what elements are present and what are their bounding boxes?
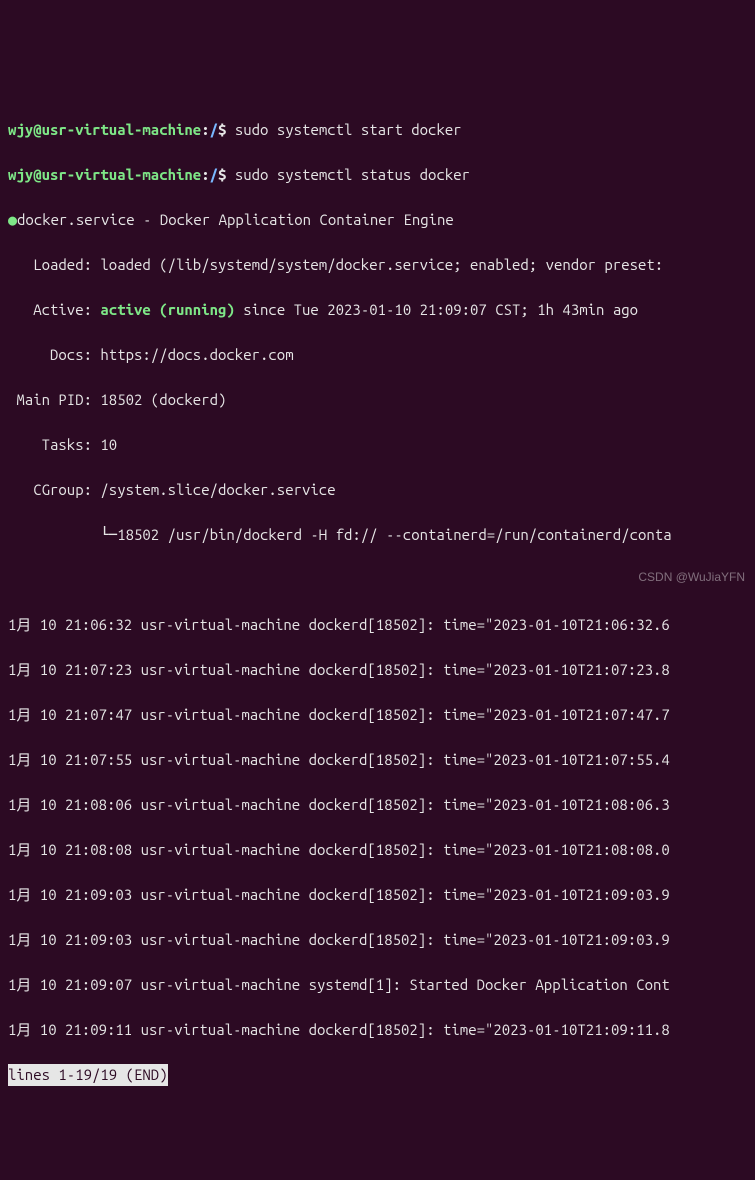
log-entry: 1月 10 21:07:55 usr-virtual-machine docke… bbox=[8, 751, 670, 768]
prompt-path: / bbox=[210, 121, 218, 138]
mainpid-label: Main PID: bbox=[8, 391, 100, 408]
log-entry: 1月 10 21:08:06 usr-virtual-machine docke… bbox=[8, 796, 670, 813]
prompt-path: / bbox=[210, 166, 218, 183]
prompt-host: usr-virtual-machine bbox=[42, 121, 202, 138]
active-label: Active: bbox=[8, 301, 100, 318]
prompt-at: @ bbox=[33, 166, 41, 183]
prompt-sep: $ bbox=[218, 166, 226, 183]
prompt-at: @ bbox=[33, 121, 41, 138]
tasks-value: 10 bbox=[100, 436, 117, 453]
log-entry: 1月 10 21:06:32 usr-virtual-machine docke… bbox=[8, 616, 670, 633]
docs-line: Docs: https://docs.docker.com bbox=[8, 344, 747, 367]
log-entry: 1月 10 21:09:07 usr-virtual-machine syste… bbox=[8, 976, 670, 993]
active-value: active (running) bbox=[100, 301, 234, 318]
mainpid-value: 18502 (dockerd) bbox=[100, 391, 226, 408]
tasks-label: Tasks: bbox=[8, 436, 100, 453]
prompt-line-2: wjy@usr-virtual-machine:/$ sudo systemct… bbox=[8, 164, 747, 187]
pager-status[interactable]: lines 1-19/19 (END) bbox=[8, 1064, 168, 1087]
log-line: 1月 10 21:06:32 usr-virtual-machine docke… bbox=[8, 614, 747, 637]
cgroup-label: CGroup: bbox=[8, 481, 100, 498]
blank-line bbox=[8, 569, 747, 592]
log-entry: 1月 10 21:09:03 usr-virtual-machine docke… bbox=[8, 886, 670, 903]
command-start: sudo systemctl start docker bbox=[235, 121, 462, 138]
log-line: 1月 10 21:09:03 usr-virtual-machine docke… bbox=[8, 929, 747, 952]
service-header: ●docker.service - Docker Application Con… bbox=[8, 209, 747, 232]
cgroup-tree-line: └─18502 /usr/bin/dockerd -H fd:// --cont… bbox=[8, 524, 747, 547]
cgroup-value: /system.slice/docker.service bbox=[100, 481, 335, 498]
log-line: 1月 10 21:07:23 usr-virtual-machine docke… bbox=[8, 659, 747, 682]
log-line: 1月 10 21:08:06 usr-virtual-machine docke… bbox=[8, 794, 747, 817]
prompt-line-1: wjy@usr-virtual-machine:/$ sudo systemct… bbox=[8, 119, 747, 142]
docs-value: https://docs.docker.com bbox=[100, 346, 293, 363]
terminal-output[interactable]: wjy@usr-virtual-machine:/$ sudo systemct… bbox=[8, 96, 747, 1086]
loaded-label: Loaded: bbox=[8, 256, 100, 273]
log-line: 1月 10 21:08:08 usr-virtual-machine docke… bbox=[8, 839, 747, 862]
cgroup-tree: └─18502 /usr/bin/dockerd -H fd:// --cont… bbox=[8, 526, 672, 543]
prompt-user: wjy bbox=[8, 166, 33, 183]
prompt-colon: : bbox=[201, 166, 209, 183]
mainpid-line: Main PID: 18502 (dockerd) bbox=[8, 389, 747, 412]
log-line: 1月 10 21:09:07 usr-virtual-machine syste… bbox=[8, 974, 747, 997]
active-since: since Tue 2023-01-10 21:09:07 CST; 1h 43… bbox=[235, 301, 638, 318]
prompt-sep: $ bbox=[218, 121, 226, 138]
log-line: 1月 10 21:09:11 usr-virtual-machine docke… bbox=[8, 1019, 747, 1042]
log-line: 1月 10 21:07:47 usr-virtual-machine docke… bbox=[8, 704, 747, 727]
log-entry: 1月 10 21:08:08 usr-virtual-machine docke… bbox=[8, 841, 670, 858]
cgroup-line: CGroup: /system.slice/docker.service bbox=[8, 479, 747, 502]
status-dot-icon: ● bbox=[8, 211, 17, 228]
log-entry: 1月 10 21:07:23 usr-virtual-machine docke… bbox=[8, 661, 670, 678]
watermark: CSDN @WuJiaYFN bbox=[638, 568, 745, 586]
service-name: docker.service - Docker Application Cont… bbox=[17, 211, 454, 228]
command-status: sudo systemctl status docker bbox=[235, 166, 470, 183]
log-line: 1月 10 21:09:03 usr-virtual-machine docke… bbox=[8, 884, 747, 907]
loaded-value: loaded (/lib/systemd/system/docker.servi… bbox=[100, 256, 663, 273]
loaded-line: Loaded: loaded (/lib/systemd/system/dock… bbox=[8, 254, 747, 277]
log-entry: 1月 10 21:09:03 usr-virtual-machine docke… bbox=[8, 931, 670, 948]
log-entry: 1月 10 21:09:11 usr-virtual-machine docke… bbox=[8, 1021, 670, 1038]
log-line: 1月 10 21:07:55 usr-virtual-machine docke… bbox=[8, 749, 747, 772]
docs-label: Docs: bbox=[8, 346, 100, 363]
active-line: Active: active (running) since Tue 2023-… bbox=[8, 299, 747, 322]
prompt-host: usr-virtual-machine bbox=[42, 166, 202, 183]
log-entry: 1月 10 21:07:47 usr-virtual-machine docke… bbox=[8, 706, 670, 723]
tasks-line: Tasks: 10 bbox=[8, 434, 747, 457]
prompt-user: wjy bbox=[8, 121, 33, 138]
prompt-colon: : bbox=[201, 121, 209, 138]
